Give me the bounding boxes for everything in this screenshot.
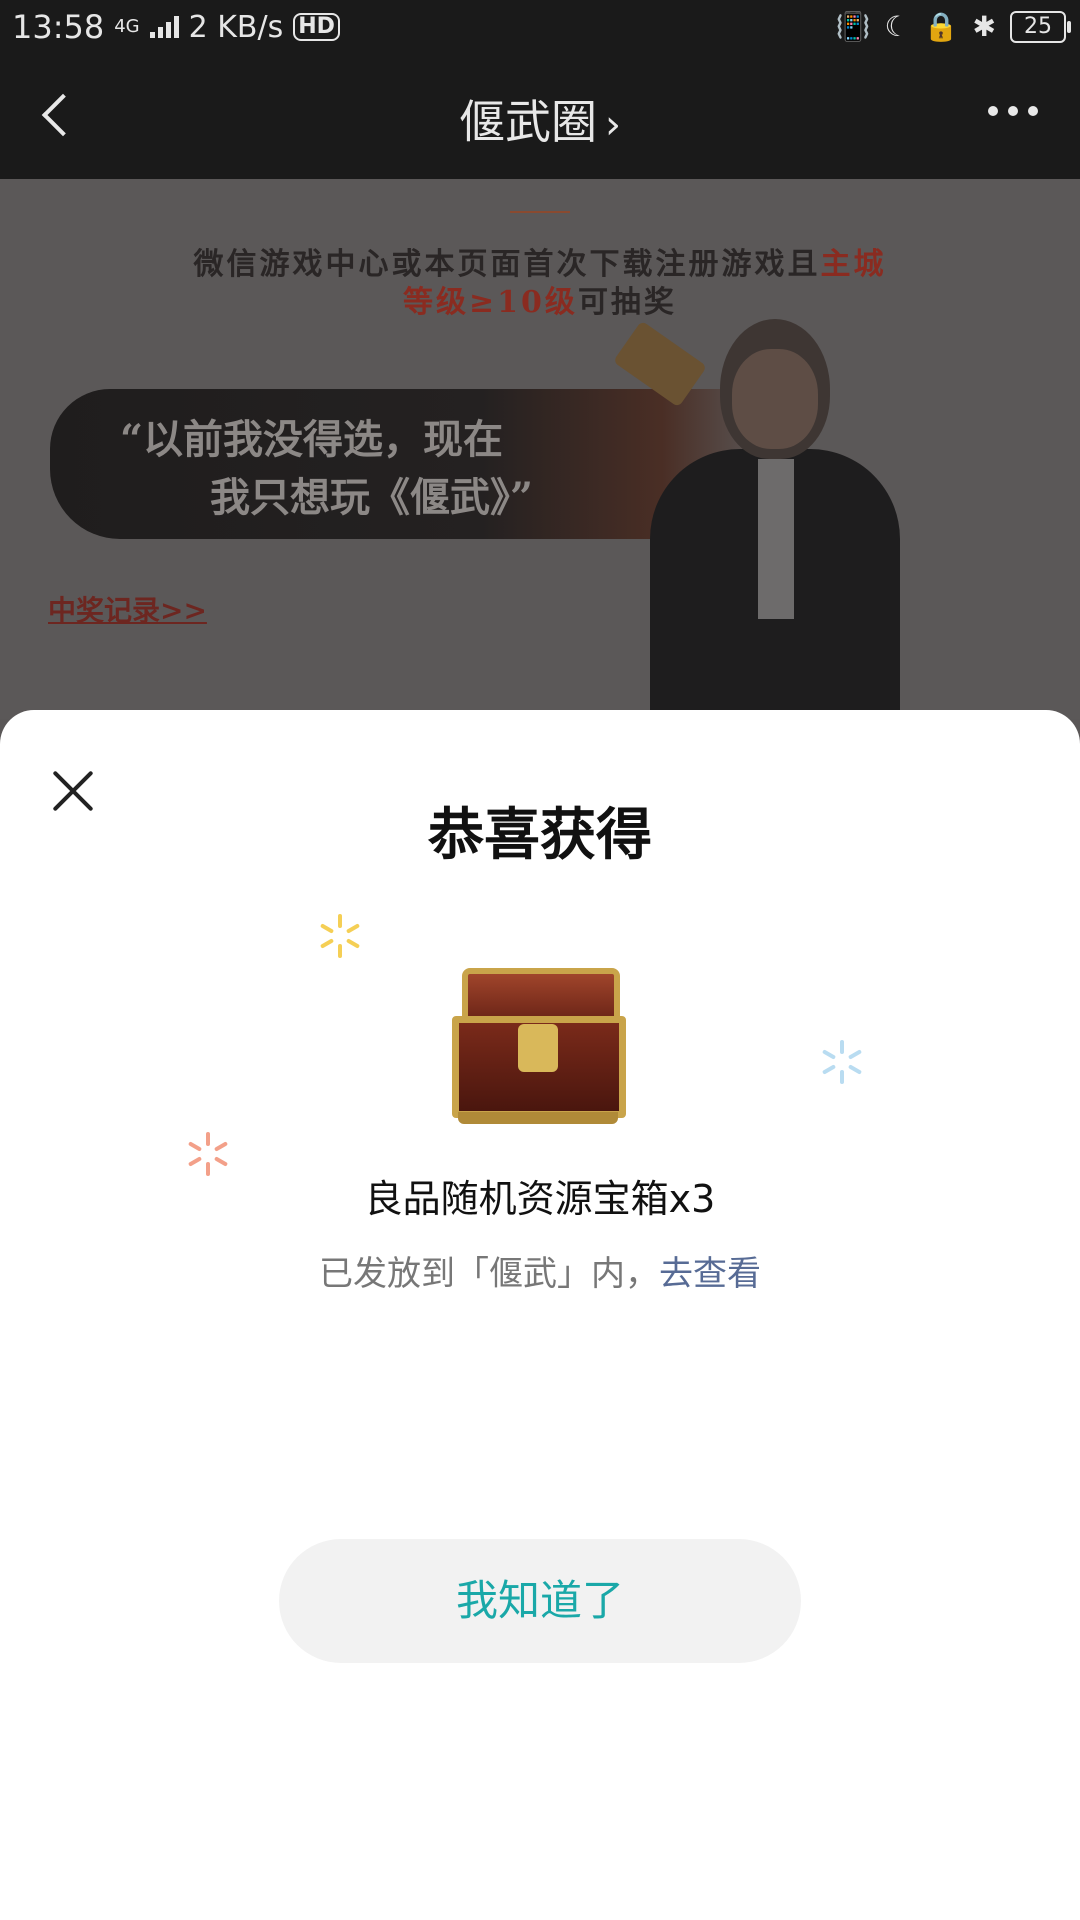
modal-title: 恭喜获得 bbox=[428, 803, 652, 868]
divider bbox=[510, 211, 570, 213]
battery-icon: 25 bbox=[1010, 10, 1071, 43]
network-speed: 2 KB/s bbox=[188, 9, 284, 45]
more-dots-icon[interactable] bbox=[988, 106, 1038, 116]
status-time: 13:58 bbox=[12, 8, 105, 46]
hd-voice-icon: HD bbox=[293, 13, 340, 41]
page-title-text: 偃武圈 bbox=[459, 95, 597, 149]
delivery-message: 已发放到「偃武」内，去查看 bbox=[0, 1246, 1080, 1295]
prize-record-link[interactable]: 中奖记录>> bbox=[48, 589, 207, 629]
rule-text-line2: 等级≥10级可抽奖 bbox=[403, 285, 677, 320]
chevron-right-icon: › bbox=[605, 102, 621, 148]
background-page: 微信游戏中心或本页面首次下载注册游戏且主城 等级≥10级可抽奖 “以前我没得选，… bbox=[0, 179, 1080, 719]
sparkle-icon bbox=[316, 912, 364, 960]
page-title[interactable]: 偃武圈 › bbox=[0, 86, 1080, 152]
spokesperson-image bbox=[612, 319, 920, 719]
network-type-icon: 4G bbox=[114, 16, 140, 37]
banner-quote: “以前我没得选，现在 我只想玩《偃武》” bbox=[120, 416, 534, 521]
vibrate-icon: 📳 bbox=[835, 10, 871, 43]
sparkle-icon bbox=[818, 1038, 866, 1086]
bluetooth-icon: ✱ bbox=[972, 10, 996, 43]
do-not-disturb-icon: ☾ bbox=[884, 10, 910, 43]
nav-bar: 偃武圈 › bbox=[0, 56, 1080, 179]
view-link[interactable]: 去查看 bbox=[659, 1254, 761, 1294]
rotation-lock-icon: 🔒 bbox=[923, 10, 959, 43]
status-bar: 13:58 4G 2 KB/s HD 📳 ☾ 🔒 ✱ 25 bbox=[0, 0, 1080, 56]
delivery-text: 已发放到「偃武」内， bbox=[319, 1254, 659, 1294]
reward-item-name: 良品随机资源宝箱x3 bbox=[364, 1177, 716, 1221]
reward-modal: 恭喜获得 良品随机资源宝箱x3 已发放到「偃武」内，去查看 我知道了 bbox=[0, 710, 1080, 1920]
acknowledge-button[interactable]: 我知道了 bbox=[279, 1539, 801, 1663]
signal-icon bbox=[149, 16, 179, 38]
treasure-chest-icon bbox=[448, 968, 626, 1128]
